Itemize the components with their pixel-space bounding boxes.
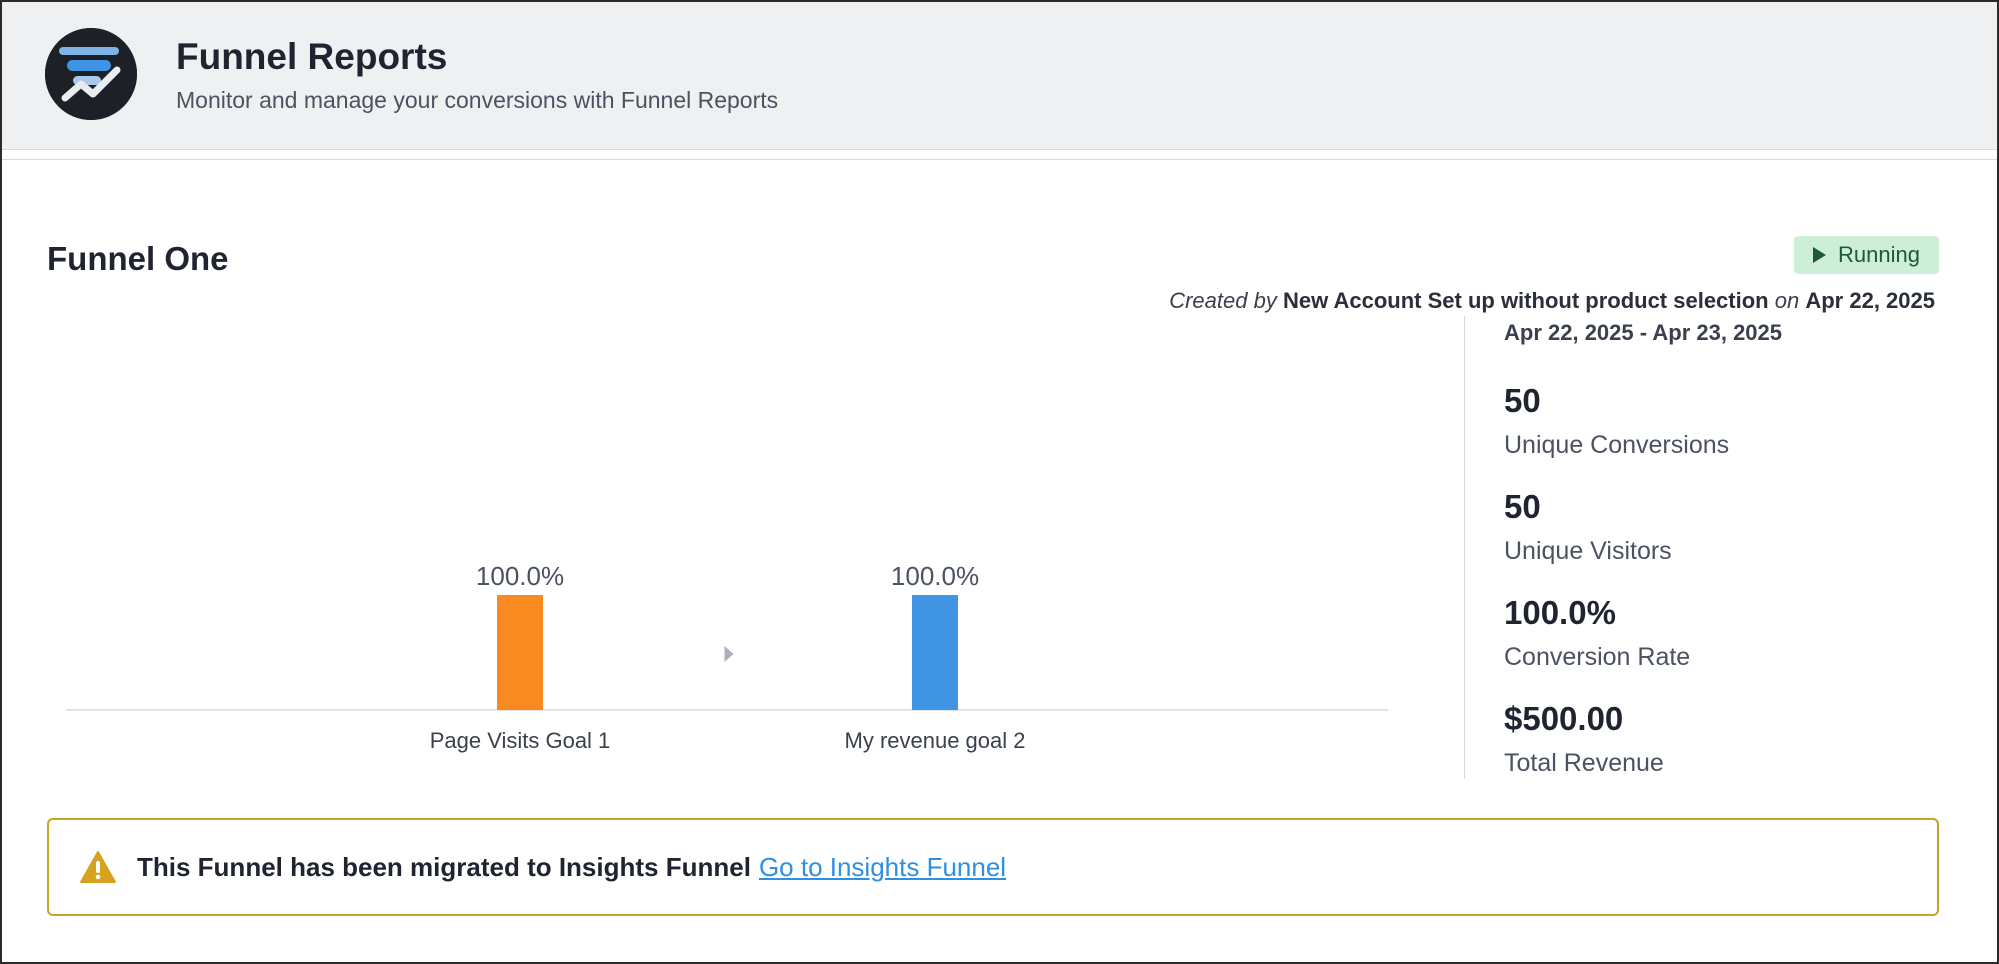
unique-visitors-value: 50	[1504, 488, 1541, 525]
page-header: Funnel Reports Monitor and manage your c…	[2, 2, 1997, 150]
chart-category-label-2: My revenue goal 2	[845, 728, 1026, 753]
migration-alert: This Funnel has been migrated to Insight…	[47, 818, 1939, 916]
created-on-word: on	[1774, 288, 1800, 313]
unique-conversions-value: 50	[1504, 382, 1541, 419]
page-title: Funnel Reports	[176, 36, 448, 77]
funnel-name: Funnel One	[47, 240, 229, 277]
conversion-rate-value: 100.0%	[1504, 594, 1616, 631]
conversion-rate-label: Conversion Rate	[1504, 643, 1691, 671]
play-icon	[1813, 247, 1827, 263]
unique-conversions-label: Unique Conversions	[1504, 431, 1730, 459]
status-badge: Running	[1794, 236, 1939, 274]
total-revenue-label: Total Revenue	[1504, 749, 1664, 777]
unique-visitors-label: Unique Visitors	[1504, 537, 1672, 565]
chart-bar-1	[497, 595, 543, 710]
created-prefix: Created by	[1169, 288, 1277, 313]
stats-divider	[1464, 316, 1465, 779]
warning-icon	[79, 850, 117, 884]
chart-step-arrow-icon	[724, 646, 734, 662]
status-label: Running	[1838, 242, 1920, 267]
alert-message: This Funnel has been migrated to Insight…	[137, 851, 751, 882]
app-frame: Funnel Reports Monitor and manage your c…	[0, 0, 1999, 964]
created-by-line: Created by New Account Set up without pr…	[1169, 288, 1935, 314]
go-to-insights-funnel-link[interactable]: Go to Insights Funnel	[759, 852, 1006, 883]
chart-category-label-1: Page Visits Goal 1	[430, 728, 611, 753]
chart-value-label-2: 100.0%	[891, 561, 979, 591]
page-subtitle: Monitor and manage your conversions with…	[176, 87, 779, 113]
funnel-chart: 100.0% Page Visits Goal 1 100.0% My revenue…	[62, 542, 1392, 782]
header-divider	[2, 159, 1997, 160]
total-revenue-value: $500.00	[1504, 700, 1624, 737]
chart-value-label-1: 100.0%	[476, 561, 564, 591]
chart-bar-2	[912, 595, 958, 710]
date-range: Apr 22, 2025 - Apr 23, 2025	[1504, 320, 1783, 345]
funnel-reports-logo-icon	[45, 28, 137, 120]
created-author: New Account Set up without product selec…	[1282, 288, 1769, 313]
created-date: Apr 22, 2025	[1805, 288, 1935, 313]
funnel-chart-svg: 100.0% Page Visits Goal 1 100.0% My revenue…	[66, 561, 1388, 753]
